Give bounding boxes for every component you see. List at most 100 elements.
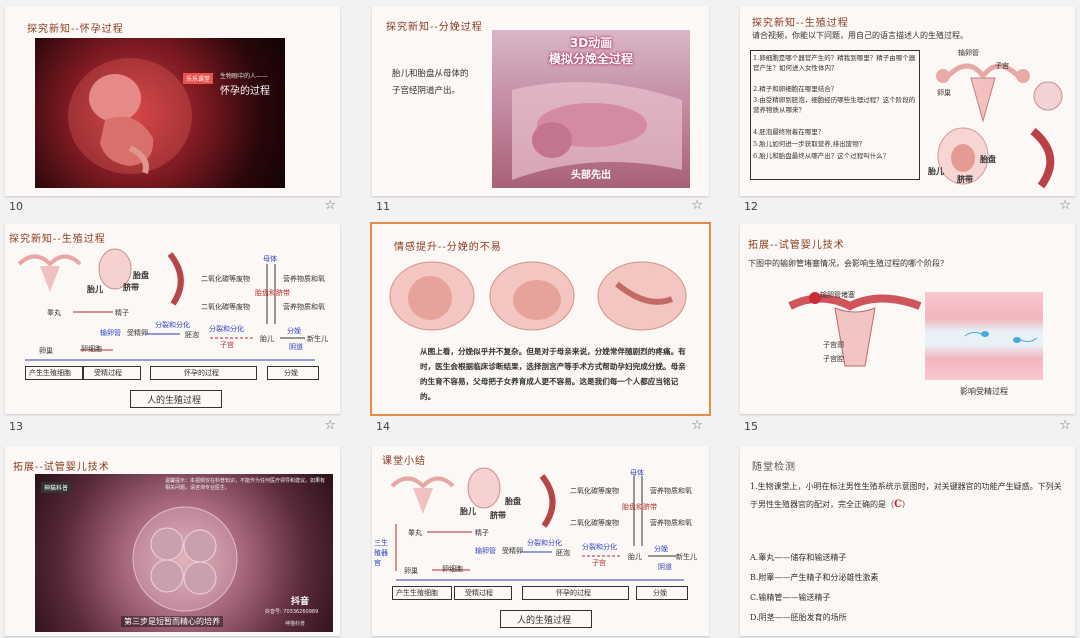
option-a: A.睾丸——储存和输送精子 bbox=[750, 553, 847, 562]
slide-number: 10 bbox=[9, 200, 23, 213]
stage-label: 受精过程 bbox=[94, 369, 122, 377]
slide-meta-14: 14 ☆ bbox=[372, 418, 707, 436]
question-1: 1.卵细胞是哪个器官产生的？精我到哪里？精子由哪个器官产生？如何进入女性体内？ bbox=[753, 54, 916, 72]
label-delivery: 分娩 bbox=[654, 545, 668, 553]
label-placenta: 胎盘 bbox=[980, 154, 996, 164]
sperm-image bbox=[925, 292, 1043, 380]
label-co2-2: 二氧化碳等废物 bbox=[570, 519, 619, 527]
question-4: 4.胚泡最终附着在哪里？ bbox=[753, 128, 825, 136]
slide-header: 拓展--试管婴儿技术 bbox=[13, 462, 110, 473]
slide-body: 胎儿和胎盘从母体的子宫经阴道产出。 bbox=[392, 69, 469, 96]
label-uterus: 子宫腔 bbox=[823, 355, 844, 363]
slide-body: 从图上看，分娩似乎并不复杂。但是对于母亲来说，分娩常伴随剧烈的疼痛。有时，医生会… bbox=[420, 347, 686, 401]
question-2: 2.精子和卵细胞在哪里结合？ bbox=[753, 85, 838, 93]
label-uterus: 子宫 bbox=[220, 341, 234, 349]
label-fetus: 胎儿 bbox=[87, 284, 103, 294]
label-blastocyst: 胚泡 bbox=[556, 549, 570, 557]
star-icon[interactable]: ☆ bbox=[1059, 198, 1071, 213]
stage-box-1: 产生生殖细胞 bbox=[25, 366, 83, 380]
option-b: B.附睾——产生精子和分泌雄性激素 bbox=[750, 573, 879, 582]
question-box: 1.卵细胞是哪个器官产生的？精我到哪里？精子由哪个器官产生？如何进入女性体内？ … bbox=[750, 50, 920, 180]
label-cord: 脐带 bbox=[490, 510, 506, 520]
stage-label: 怀孕的过程 bbox=[556, 589, 591, 597]
stage-label: 分娩 bbox=[284, 369, 298, 377]
label-placenta: 胎盘 bbox=[505, 496, 521, 506]
label-mother: 母体 bbox=[263, 255, 277, 263]
douyin-id: 抖音号: 70336260989 bbox=[265, 609, 319, 615]
sperm-icons bbox=[964, 331, 1038, 343]
label-egg: 卵细胞 bbox=[81, 345, 102, 353]
star-icon[interactable]: ☆ bbox=[1059, 418, 1071, 433]
watermark: 神猫科普 bbox=[285, 621, 306, 627]
label-divide-1: 分裂和分化 bbox=[527, 539, 562, 547]
caption-box: 人的生殖过程 bbox=[500, 610, 592, 628]
slide-number: 12 bbox=[744, 200, 758, 213]
star-icon[interactable]: ☆ bbox=[324, 418, 336, 433]
video-channel-badge: 乐乐课堂 bbox=[183, 73, 214, 84]
stage-label: 分娩 bbox=[653, 589, 667, 597]
label-vagina: 阴道 bbox=[658, 563, 672, 571]
answer-choice: C bbox=[894, 499, 902, 510]
slide-header: 拓展--试管婴儿技术 bbox=[748, 240, 845, 251]
label-blastocyst: 胚泡 bbox=[185, 331, 199, 339]
slide-thumbnail-14[interactable]: 情感提升--分娩的不易 从图上看，分娩似乎并不复杂。但是对于母亲来说，分娩常伴随… bbox=[370, 222, 711, 416]
label-testis: 睾丸 bbox=[408, 529, 422, 537]
label-zygote: 受精卵 bbox=[127, 329, 148, 337]
slide-thumbnail-17[interactable]: 课堂小结 胎儿 胎盘 脐带 三生殖器官 母体 二氧化碳等废物 营养物质和氧 胎盘… bbox=[372, 446, 709, 636]
label-fetus-2: 胎儿 bbox=[260, 335, 274, 343]
video-frame: 神猫科普 温馨提示：本视频仅在科普知识，不能作为任何医疗领导和建议。如果有相关问… bbox=[35, 474, 333, 632]
label-testis: 睾丸 bbox=[47, 309, 61, 317]
quiz-question: 1.生物课堂上，小明在标注男性生殖系统示意图时，对关键器官的功能产生疑惑。下列关… bbox=[750, 478, 1068, 514]
star-icon[interactable]: ☆ bbox=[691, 418, 703, 433]
slide-thumbnail-13[interactable]: 探究新知--生殖过程 胎儿 胎盘 脐带 母体 二氧化碳等废物 营养物质和氧 胎盘… bbox=[5, 224, 340, 414]
caption-label: 人的生殖过程 bbox=[517, 616, 572, 626]
option-d: D.阴茎——胚胎发育的场所 bbox=[750, 613, 847, 622]
animation-frame: 3D动画 模拟分娩全过程 头部先出 bbox=[492, 30, 690, 188]
slide-meta-15: 15 ☆ bbox=[740, 418, 1075, 436]
label-vagina: 阴道 bbox=[289, 343, 303, 351]
slide-header: 探究新知--怀孕过程 bbox=[27, 24, 124, 35]
label-nutrients-2: 营养物质和氧 bbox=[283, 303, 325, 311]
label-nutrients: 营养物质和氧 bbox=[650, 487, 692, 495]
label-delivery: 分娩 bbox=[287, 327, 301, 335]
animation-caption: 头部先出 bbox=[571, 170, 611, 181]
stage-box-4: 分娩 bbox=[267, 366, 319, 380]
image-caption: 影响受精过程 bbox=[960, 387, 1008, 396]
label-newborn: 新生儿 bbox=[676, 553, 697, 561]
label-nutrients: 营养物质和氧 bbox=[283, 275, 325, 283]
label-zygote: 受精卵 bbox=[502, 547, 523, 555]
question-close: ） bbox=[901, 500, 910, 509]
label-nutrients-2: 营养物质和氧 bbox=[650, 519, 692, 527]
star-icon[interactable]: ☆ bbox=[324, 198, 336, 213]
slide-thumbnail-18[interactable]: 随堂检测 1.生物课堂上，小明在标注男性生殖系统示意图时，对关键器官的功能产生疑… bbox=[740, 446, 1075, 636]
slide-thumbnail-12[interactable]: 探究新知--生殖过程 请合视频，你能以下问题，用自己的语言描述人的生殖过程。 1… bbox=[740, 6, 1075, 196]
slide-thumbnail-16[interactable]: 拓展--试管婴儿技术 神猫科普 温馨提示：本视频仅在科普知识，不能作为任何医疗领… bbox=[5, 446, 340, 636]
blocked-tube-illustration bbox=[788, 292, 922, 367]
douyin-logo: 抖音 bbox=[291, 597, 310, 607]
question-6: 6.胎儿和胎盘最终从哪产出？这个过程叫什么？ bbox=[753, 152, 890, 160]
flow-arrows bbox=[17, 248, 315, 361]
video-subtitle: 第三步是短暂而精心的培养 bbox=[121, 616, 223, 627]
slide-number: 11 bbox=[376, 200, 390, 213]
slide-thumbnail-10[interactable]: 探究新知--怀孕过程 乐乐课堂 生物眼中的人—— 怀孕的过程 bbox=[5, 6, 340, 196]
slide-question: 下图中的输卵管堵塞情况，会影响生殖过程的哪个阶段？ bbox=[748, 259, 948, 268]
slide-thumbnail-11[interactable]: 探究新知--分娩过程 胎儿和胎盘从母体的子宫经阴道产出。 3D动画 模拟分娩全过… bbox=[372, 6, 709, 196]
slide-meta-12: 12 ☆ bbox=[740, 198, 1075, 216]
video-title: 怀孕的过程 bbox=[220, 86, 270, 97]
slide-meta-10: 10 ☆ bbox=[5, 198, 340, 216]
star-icon[interactable]: ☆ bbox=[691, 198, 703, 213]
slide-meta-11: 11 ☆ bbox=[372, 198, 707, 216]
slide-header: 随堂检测 bbox=[752, 462, 796, 473]
label-tube: 输卵管 bbox=[100, 329, 121, 337]
stage-box-2: 受精过程 bbox=[454, 586, 512, 600]
caption-label: 人的生殖过程 bbox=[147, 396, 202, 406]
label-placenta-cord: 胎盘和脐带 bbox=[622, 503, 657, 511]
slide-header: 探究新知--生殖过程 bbox=[752, 18, 849, 29]
label-fetus-2: 胎儿 bbox=[628, 553, 642, 561]
slide-intro: 请合视频，你能以下问题，用自己的语言描述人的生殖过程。 bbox=[752, 31, 968, 40]
slide-meta-13: 13 ☆ bbox=[5, 418, 340, 436]
slide-thumbnail-15[interactable]: 拓展--试管婴儿技术 下图中的输卵管堵塞情况，会影响生殖过程的哪个阶段？ 输卵管… bbox=[740, 224, 1075, 414]
label-divide-2: 分裂和分化 bbox=[209, 325, 244, 333]
label-cord: 脐带 bbox=[957, 174, 973, 184]
label-fallopian: 输卵管 bbox=[958, 49, 979, 57]
